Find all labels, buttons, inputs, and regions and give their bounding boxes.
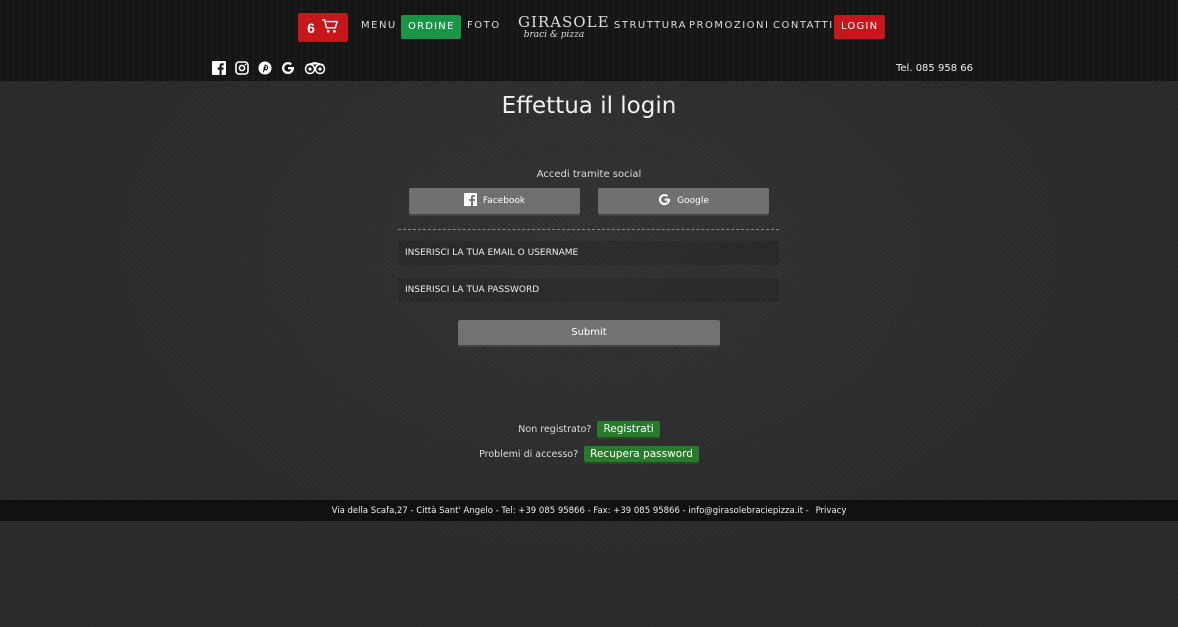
register-row: Non registrato? Registrati <box>0 421 1178 437</box>
facebook-login-button[interactable]: Facebook <box>409 188 580 214</box>
email-field[interactable] <box>398 241 779 265</box>
recover-password-button[interactable]: Recupera password <box>584 446 699 462</box>
nav-login[interactable]: LOGIN <box>834 15 886 39</box>
google-login-label: Google <box>677 196 709 206</box>
google-login-button[interactable]: Google <box>598 188 769 214</box>
logo-line1: GIRASOLE <box>518 13 610 31</box>
recover-row: Problemi di accesso? Recupera password <box>0 446 1178 462</box>
register-button[interactable]: Registrati <box>597 421 660 437</box>
divider <box>398 229 779 230</box>
privacy-link[interactable]: Privacy <box>816 506 847 516</box>
pinterest-icon[interactable] <box>258 61 272 75</box>
password-field[interactable] <box>398 278 779 302</box>
phone-number[interactable]: Tel. 085 958 66 <box>896 63 973 74</box>
nav-struttura[interactable]: STRUTTURA <box>614 20 687 31</box>
access-problems-text: Problemi di accesso? <box>479 448 579 460</box>
facebook-login-label: Facebook <box>482 196 526 206</box>
nav-contatti[interactable]: CONTATTI <box>773 20 834 31</box>
social-login-label: Accedi tramite social <box>536 169 642 180</box>
nav-promozioni[interactable]: PROMOZIONI <box>689 20 769 31</box>
submit-button[interactable]: Submit <box>458 320 720 345</box>
nav-foto[interactable]: FOTO <box>467 20 501 31</box>
footer-text: Via della Scafa,27 - Città Sant' Angelo … <box>331 505 812 516</box>
logo[interactable]: GIRASOLE braci & pizza <box>518 13 610 44</box>
page-title: Effettua il login <box>501 93 677 119</box>
logo-line2: braci & pizza <box>523 30 585 40</box>
cart-icon <box>321 18 339 37</box>
nav-menu[interactable]: MENU <box>361 20 397 31</box>
tripadvisor-icon[interactable] <box>304 61 326 75</box>
cart-count: 6 <box>307 19 315 36</box>
facebook-icon <box>463 193 477 209</box>
instagram-icon[interactable] <box>235 61 249 75</box>
facebook-icon[interactable] <box>212 61 226 75</box>
footer: Via della Scafa,27 - Città Sant' Angelo … <box>0 500 1178 521</box>
google-icon <box>658 193 671 209</box>
google-icon[interactable] <box>281 61 295 75</box>
top-header: 6 MENU ORDINE FOTO GIRASOLE braci & pizz… <box>0 0 1178 81</box>
social-links <box>212 61 326 75</box>
cart-button[interactable]: 6 <box>298 13 348 42</box>
nav-ordine[interactable]: ORDINE <box>401 15 462 39</box>
not-registered-text: Non registrato? <box>518 423 592 435</box>
